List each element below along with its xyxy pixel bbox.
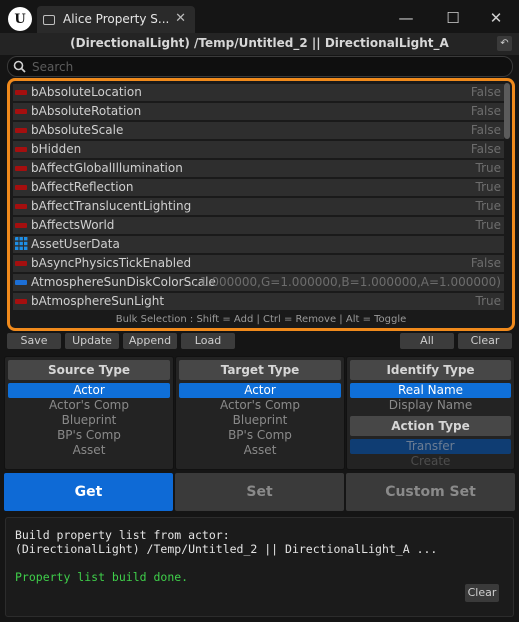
property-row[interactable]: bAffectTranslucentLighting True — [13, 198, 504, 215]
target-option-bps-comp[interactable]: BP's Comp — [179, 428, 341, 443]
property-name: bAffectTranslucentLighting — [31, 199, 192, 213]
custom-set-button[interactable]: Custom Set — [346, 473, 515, 511]
property-row[interactable]: AssetUserData — [13, 236, 504, 253]
log-line: Build property list from actor: — [15, 528, 230, 542]
bool-pin-icon — [15, 166, 27, 171]
bool-pin-icon — [15, 299, 27, 304]
property-row[interactable]: bAffectReflection True — [13, 179, 504, 196]
property-value: False — [470, 256, 501, 270]
identify-option-real-name[interactable]: Real Name — [350, 383, 511, 398]
unreal-logo-icon: U — [8, 7, 32, 31]
property-name: bAtmosphereSunLight — [31, 294, 165, 308]
property-row[interactable]: bHidden False — [13, 141, 504, 158]
property-name: bAbsoluteRotation — [31, 104, 142, 118]
select-all-button[interactable]: All — [400, 333, 454, 349]
property-row[interactable]: bAbsoluteLocation False — [13, 84, 504, 101]
property-list: bAbsoluteLocation False bAbsoluteRotation F… — [7, 78, 515, 331]
identify-option-display-name[interactable]: Display Name — [350, 398, 511, 413]
property-name: bAbsoluteScale — [31, 123, 124, 137]
target-type-title: Target Type — [179, 360, 341, 380]
minimize-icon[interactable]: — — [394, 6, 418, 30]
clear-log-button[interactable]: Clear — [465, 584, 499, 602]
update-button[interactable]: Update — [65, 333, 119, 349]
property-name: bAffectReflection — [31, 180, 134, 194]
tab-close-icon[interactable]: ✕ — [175, 11, 186, 26]
target-option-actor[interactable]: Actor — [179, 383, 341, 398]
property-value: True — [475, 161, 502, 175]
source-type-panel: Source Type Actor Actor's Comp Blueprint… — [4, 356, 174, 470]
back-icon[interactable]: ↶ — [497, 36, 512, 51]
property-row[interactable]: bAffectsWorld True — [13, 217, 504, 234]
source-option-asset[interactable]: Asset — [8, 443, 170, 458]
source-option-actors-comp[interactable]: Actor's Comp — [8, 398, 170, 413]
action-option-transfer[interactable]: Transfer — [350, 439, 511, 454]
window-close-icon[interactable]: ✕ — [484, 6, 508, 30]
property-name: bAbsoluteLocation — [31, 85, 142, 99]
property-name: bHidden — [31, 142, 82, 156]
bool-pin-icon — [15, 223, 27, 228]
property-row[interactable]: bAffectGlobalIllumination True — [13, 160, 504, 177]
bool-pin-icon — [15, 204, 27, 209]
target-option-blueprint[interactable]: Blueprint — [179, 413, 341, 428]
target-option-actors-comp[interactable]: Actor's Comp — [179, 398, 341, 413]
identify-type-title: Identify Type — [350, 360, 511, 380]
load-button[interactable]: Load — [181, 333, 235, 349]
property-name: AssetUserData — [31, 237, 120, 251]
property-value: True — [475, 294, 502, 308]
target-option-asset[interactable]: Asset — [179, 443, 341, 458]
property-name: bAffectGlobalIllumination — [31, 161, 183, 175]
action-option-create[interactable]: Create — [350, 454, 511, 469]
bulk-selection-hint: Bulk Selection : Shift = Add | Ctrl = Re… — [115, 314, 407, 325]
property-value: False — [470, 104, 501, 118]
property-name: bAsyncPhysicsTickEnabled — [31, 256, 192, 270]
property-value: True — [475, 199, 502, 213]
array-grid-icon — [15, 237, 28, 250]
search-icon — [13, 60, 26, 73]
window-tab[interactable]: Alice Property S... ✕ — [37, 6, 195, 34]
source-option-blueprint[interactable]: Blueprint — [8, 413, 170, 428]
source-type-title: Source Type — [8, 360, 170, 380]
source-option-bps-comp[interactable]: BP's Comp — [8, 428, 170, 443]
tab-title: Alice Property S... — [63, 12, 170, 26]
property-value: False — [470, 85, 501, 99]
property-value: True — [475, 218, 502, 232]
property-row[interactable]: bAsyncPhysicsTickEnabled False — [13, 255, 504, 272]
source-option-actor[interactable]: Actor — [8, 383, 170, 398]
property-value: False — [470, 142, 501, 156]
append-button[interactable]: Append — [123, 333, 177, 349]
struct-pin-icon — [15, 280, 27, 285]
property-row[interactable]: bAtmosphereSunLight True — [13, 293, 504, 310]
search-box — [7, 56, 513, 77]
property-value: False — [470, 123, 501, 137]
maximize-icon[interactable]: ☐ — [441, 6, 465, 30]
title-bar: U Alice Property S... ✕ — ☐ ✕ — [0, 0, 519, 36]
bool-pin-icon — [15, 109, 27, 114]
list-scrollbar[interactable] — [504, 83, 510, 139]
property-value: ...1.000000,G=1.000000,B=1.000000,A=1.00… — [188, 275, 501, 289]
tab-window-icon — [43, 15, 55, 25]
bool-pin-icon — [15, 90, 27, 95]
output-log: Build property list from actor: (Directi… — [5, 517, 514, 617]
log-success-line: Property list build done. — [15, 570, 189, 584]
clear-selection-button[interactable]: Clear — [458, 333, 512, 349]
bool-pin-icon — [15, 185, 27, 190]
property-value: True — [475, 180, 502, 194]
get-button[interactable]: Get — [4, 473, 173, 511]
property-row[interactable]: bAbsoluteScale False — [13, 122, 504, 139]
property-row[interactable]: AtmosphereSunDiskColorScale ...1.000000,G… — [13, 274, 504, 291]
action-type-title: Action Type — [350, 416, 511, 436]
bool-pin-icon — [15, 147, 27, 152]
property-row[interactable]: bAbsoluteRotation False — [13, 103, 504, 120]
log-line: (DirectionalLight) /Temp/Untitled_2 || D… — [15, 542, 438, 556]
save-button[interactable]: Save — [7, 333, 61, 349]
object-path-bar: (DirectionalLight) /Temp/Untitled_2 || D… — [0, 33, 519, 55]
object-path: (DirectionalLight) /Temp/Untitled_2 || D… — [70, 36, 449, 50]
property-name: bAffectsWorld — [31, 218, 115, 232]
bool-pin-icon — [15, 128, 27, 133]
identify-action-panel: Identify Type Real Name Display Name Act… — [346, 356, 515, 470]
target-type-panel: Target Type Actor Actor's Comp Blueprint… — [175, 356, 345, 470]
search-input[interactable] — [32, 58, 502, 75]
bool-pin-icon — [15, 261, 27, 266]
set-button[interactable]: Set — [175, 473, 344, 511]
